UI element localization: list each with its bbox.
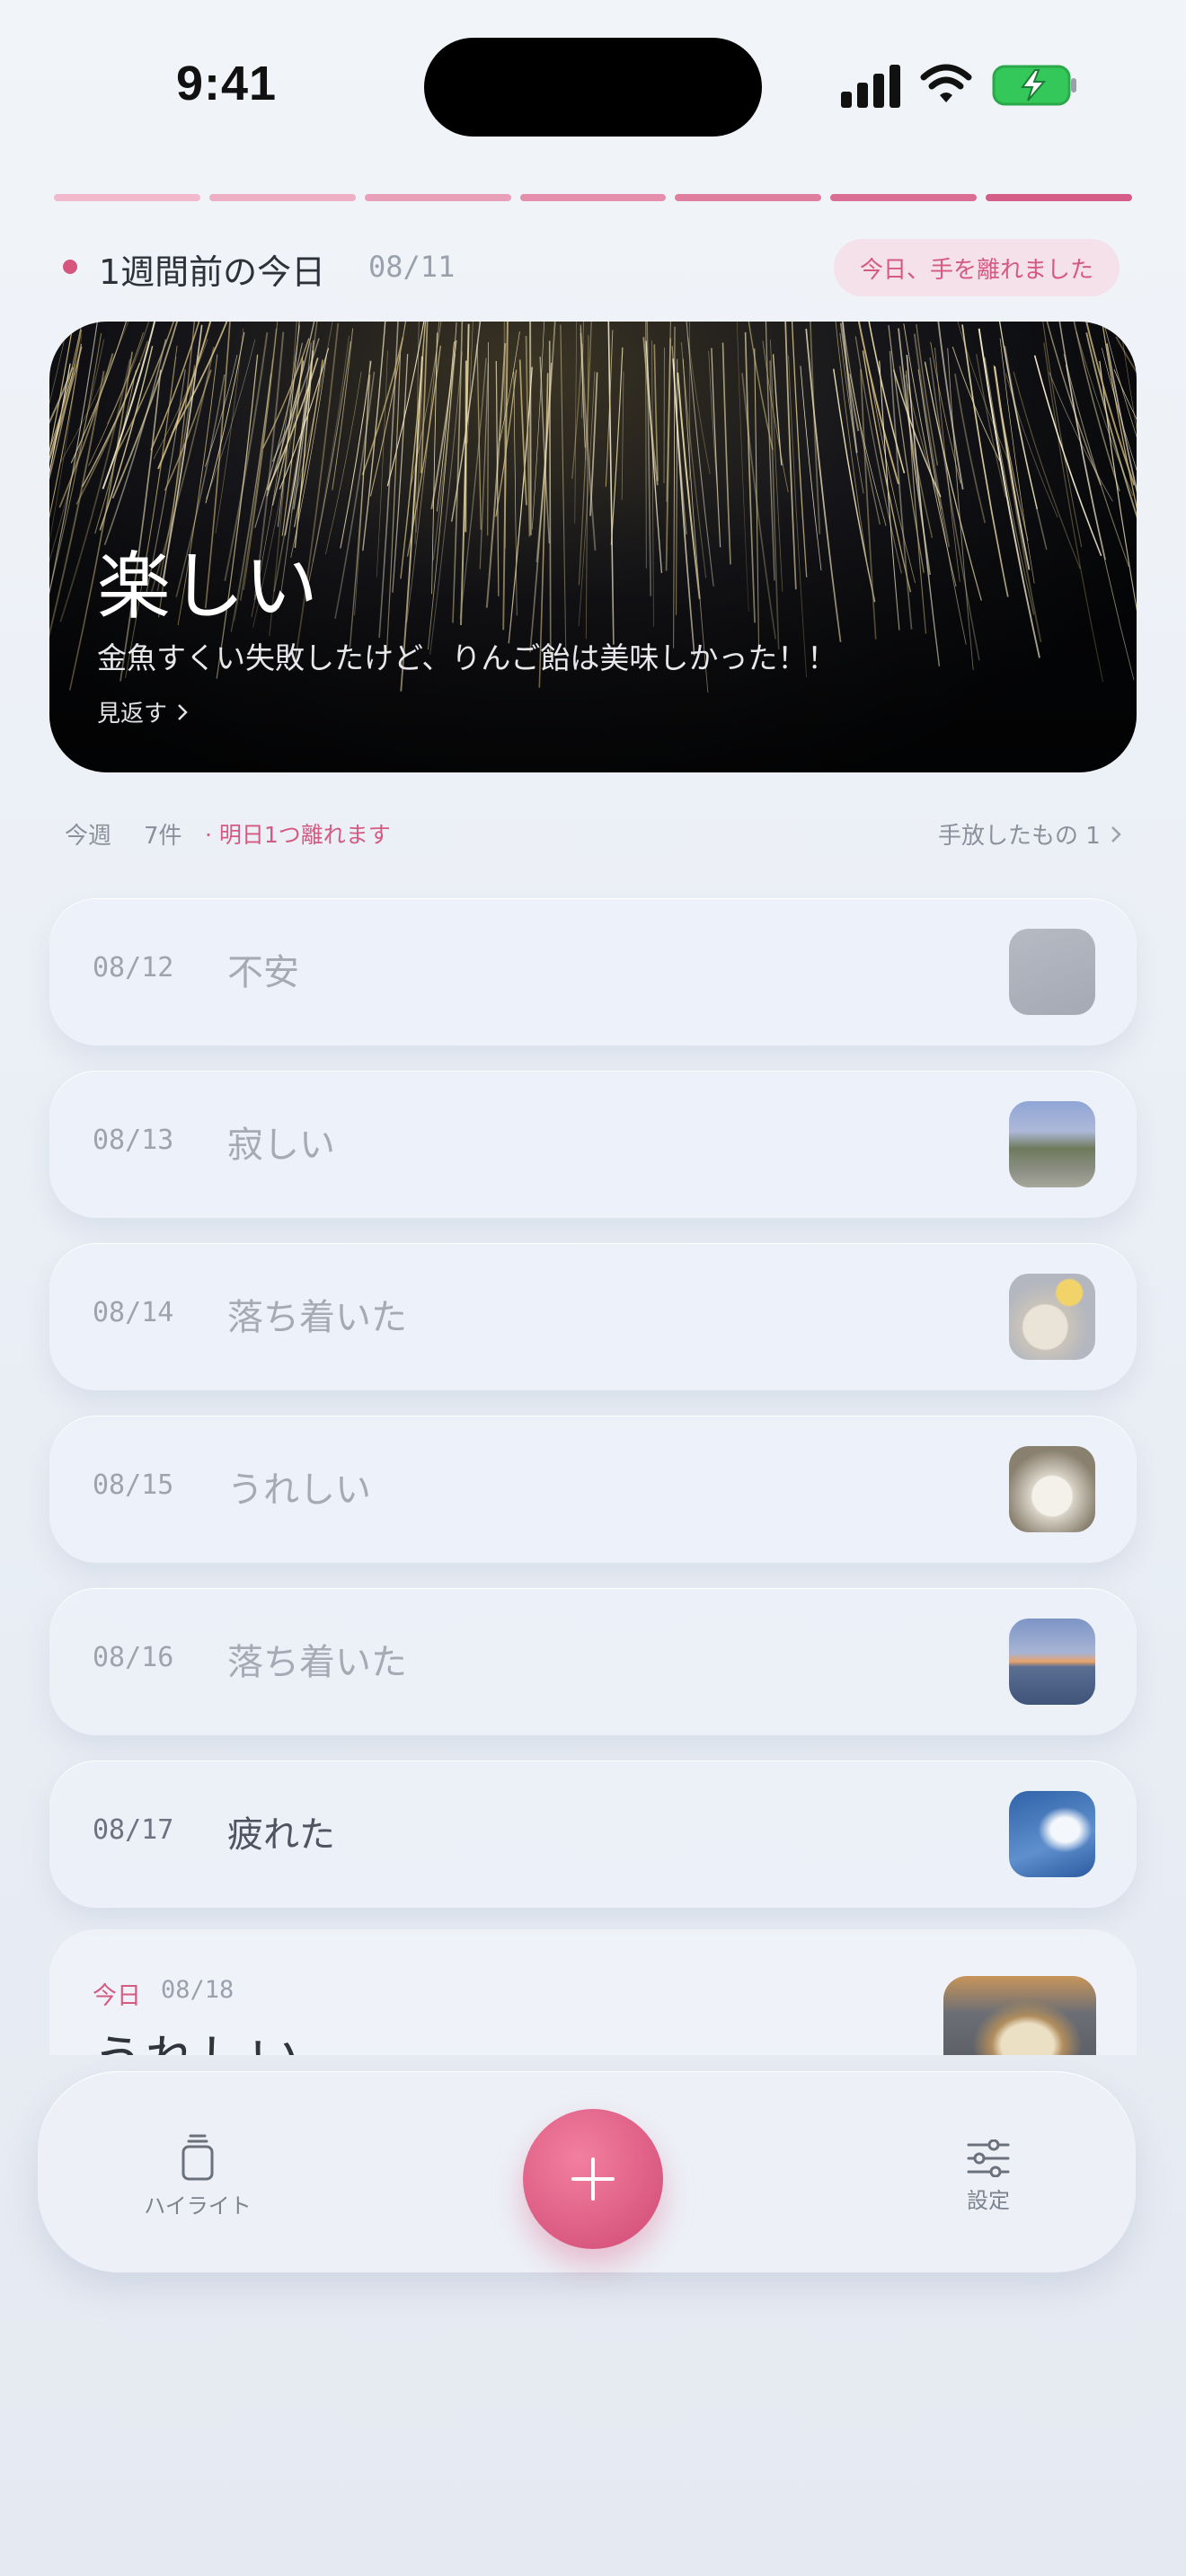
released-items-link[interactable]: 手放したもの 1 (938, 817, 1122, 851)
entry-mood: 不安 (227, 952, 299, 993)
coffee-cup-photo-icon (943, 1976, 1096, 2055)
sunset-sea-photo-icon (1009, 1619, 1095, 1705)
entry-mood: うれしい (227, 1469, 371, 1511)
today-entry-card[interactable]: 今日 08/18 うれしい (49, 1929, 1137, 2055)
week-label: 今週 (65, 823, 112, 850)
entry-date: 08/16 (93, 1642, 174, 1673)
gray-square-icon (1009, 929, 1095, 1015)
progress-segment (364, 194, 511, 201)
today-label: 今日 (93, 1982, 141, 2010)
tab-highlight-label: ハイライト (144, 2193, 252, 2219)
today-mood: うれしい (93, 2017, 301, 2055)
wifi-icon (920, 64, 972, 102)
food-plate-photo-icon (1009, 1274, 1095, 1360)
progress-segment (519, 194, 667, 201)
tab-highlight[interactable]: ハイライト (135, 2134, 261, 2219)
tab-settings[interactable]: 設定 (943, 2139, 1033, 2214)
dynamic-island (424, 38, 762, 137)
hero-note: 金魚すくい失敗したけど、りんご飴は美味しかった！！ (97, 640, 837, 675)
entry-date: 08/14 (93, 1297, 174, 1328)
jar-icon (181, 2134, 214, 2181)
battery-charging-icon (992, 65, 1076, 106)
entry-date: 08/12 (93, 952, 174, 984)
tab-settings-label: 設定 (967, 2188, 1010, 2213)
story-progress-bar (54, 194, 1133, 201)
entry-mood: 疲れた (227, 1814, 335, 1856)
entry-row[interactable]: 08/14 落ち着いた (49, 1243, 1137, 1390)
entry-mood: 落ち着いた (227, 1297, 407, 1338)
header-date: 08/11 (368, 250, 456, 284)
mountain-road-photo-icon (1009, 1101, 1095, 1187)
blue-sky-photo-icon (1009, 1791, 1095, 1877)
plus-icon (571, 2157, 615, 2201)
entry-date: 08/13 (93, 1125, 174, 1156)
progress-segment (54, 194, 200, 201)
hero-mood: 楽しい (97, 544, 319, 630)
look-back-label: 見返す (97, 701, 168, 728)
progress-segment (986, 194, 1133, 201)
entry-mood: 落ち着いた (227, 1642, 407, 1683)
progress-segment (830, 194, 978, 201)
progress-segment (675, 194, 822, 201)
page-title: 1週間前の今日 (99, 252, 326, 292)
release-notice: · 明日1つ離れます (205, 822, 391, 848)
chevron-right-icon (1111, 825, 1121, 842)
week-count: 7件 (144, 823, 182, 850)
today-date: 08/18 (161, 1976, 235, 2004)
chevron-right-icon (178, 703, 188, 720)
add-entry-button[interactable] (523, 2109, 663, 2249)
entry-row[interactable]: 08/15 うれしい (49, 1416, 1137, 1563)
entry-row[interactable]: 08/16 落ち着いた (49, 1588, 1137, 1735)
header-dot (63, 260, 77, 274)
entry-row[interactable]: 08/12 不安 (49, 898, 1137, 1045)
released-today-badge: 今日、手を離れました (834, 239, 1120, 296)
entry-date: 08/15 (93, 1469, 174, 1501)
entry-row[interactable]: 08/13 寂しい (49, 1071, 1137, 1218)
plush-toy-photo-icon (1009, 1446, 1095, 1532)
entry-row[interactable]: 08/17 疲れた (49, 1760, 1137, 1908)
sliders-icon (967, 2139, 1010, 2177)
progress-segment (208, 194, 356, 201)
cellular-signal-icon (841, 63, 900, 108)
entry-date: 08/17 (93, 1814, 174, 1846)
released-items-label: 手放したもの 1 (938, 823, 1101, 850)
status-time: 9:41 (176, 57, 278, 110)
entry-mood: 寂しい (227, 1125, 335, 1166)
look-back-link[interactable]: 見返す (97, 695, 189, 728)
